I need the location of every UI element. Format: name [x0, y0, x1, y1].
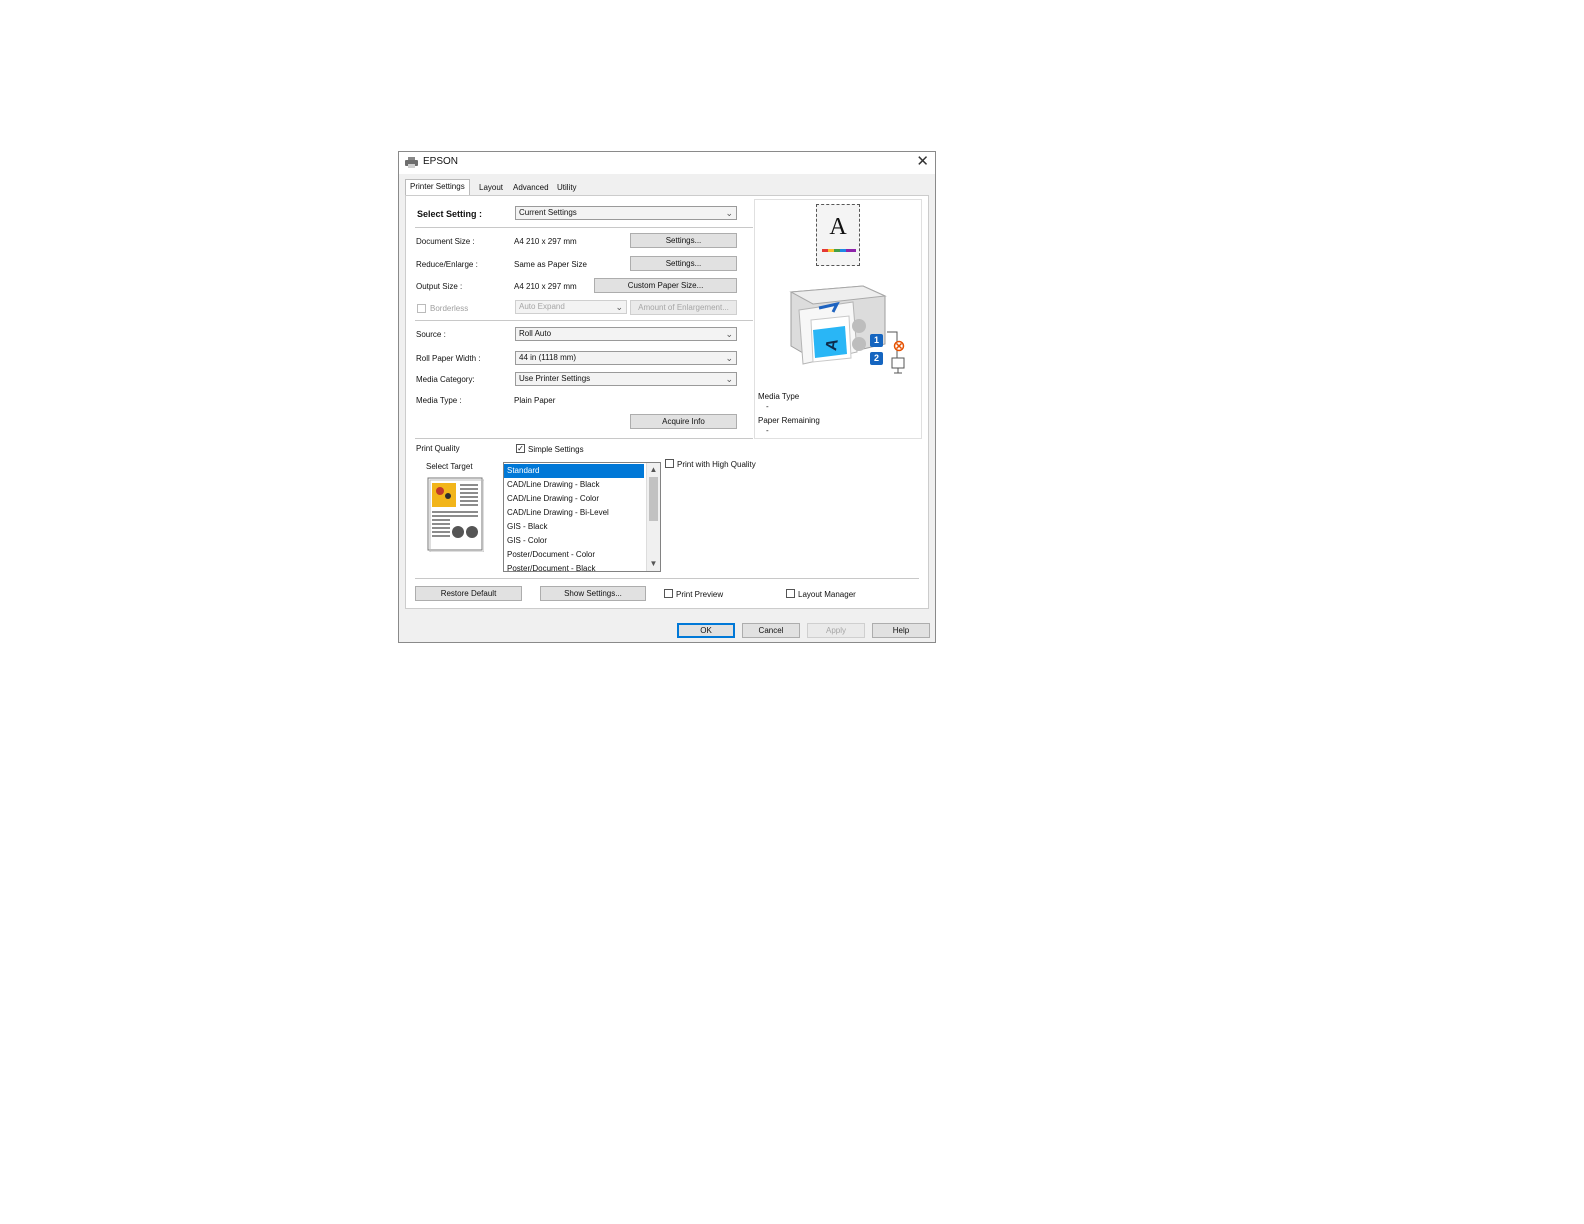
title-bar: EPSON ✕	[399, 152, 935, 174]
printer-preview-panel: A A 1 2 Media Type - Paper Remaining -	[754, 199, 922, 439]
tab-utility[interactable]: Utility	[553, 181, 581, 194]
divider	[415, 438, 753, 439]
help-button[interactable]: Help	[872, 623, 930, 638]
roll-paper-width-dropdown[interactable]: 44 in (1118 mm) ⌄	[515, 351, 737, 365]
list-item[interactable]: GIS - Black	[504, 520, 644, 534]
chevron-down-icon: ⌄	[725, 329, 733, 339]
simple-settings-checkbox[interactable]: ✓	[516, 444, 525, 453]
media-category-dropdown[interactable]: Use Printer Settings ⌄	[515, 372, 737, 386]
printer-properties-dialog: EPSON ✕ Printer Settings Layout Advanced…	[398, 151, 936, 643]
source-value: Roll Auto	[519, 329, 552, 338]
printer-icon	[405, 157, 418, 168]
high-quality-label: Print with High Quality	[677, 460, 756, 469]
roll-1-badge: 1	[870, 334, 883, 347]
select-setting-value: Current Settings	[519, 208, 577, 217]
borderless-mode-value: Auto Expand	[519, 302, 565, 311]
select-target-list[interactable]: Standard CAD/Line Drawing - Black CAD/Li…	[503, 462, 661, 572]
list-item[interactable]: GIS - Color	[504, 534, 644, 548]
list-item[interactable]: Poster/Document - Black	[504, 562, 644, 571]
amount-of-enlargement-button[interactable]: Amount of Enlargement...	[630, 300, 737, 315]
apply-button[interactable]: Apply	[807, 623, 865, 638]
tab-printer-settings[interactable]: Printer Settings	[405, 179, 470, 196]
chevron-down-icon[interactable]: ▼	[647, 558, 660, 570]
tab-layout[interactable]: Layout	[475, 181, 507, 194]
simple-settings-label: Simple Settings	[528, 445, 584, 454]
list-item[interactable]: CAD/Line Drawing - Black	[504, 478, 644, 492]
source-label: Source :	[416, 330, 446, 339]
window-title: EPSON	[423, 156, 459, 167]
media-category-value: Use Printer Settings	[519, 374, 591, 383]
cancel-button[interactable]: Cancel	[742, 623, 800, 638]
reduce-enlarge-label: Reduce/Enlarge :	[416, 260, 478, 269]
media-type-status-label: Media Type	[758, 392, 800, 401]
output-size-label: Output Size :	[416, 282, 463, 291]
divider	[415, 227, 753, 228]
media-type-value: Plain Paper	[514, 396, 556, 405]
high-quality-checkbox[interactable]	[665, 459, 674, 468]
list-item[interactable]: CAD/Line Drawing - Bi-Level	[504, 506, 644, 520]
borderless-label: Borderless	[430, 304, 469, 313]
printer-settings-panel: Select Setting : Current Settings ⌄ Docu…	[405, 195, 929, 609]
select-setting-dropdown[interactable]: Current Settings ⌄	[515, 206, 737, 220]
select-setting-label: Select Setting :	[417, 209, 483, 219]
restore-default-button[interactable]: Restore Default	[415, 586, 522, 601]
divider	[415, 578, 919, 579]
select-target-label: Select Target	[426, 462, 473, 471]
source-dropdown[interactable]: Roll Auto ⌄	[515, 327, 737, 341]
list-item[interactable]: Standard	[504, 464, 644, 478]
list-item[interactable]: Poster/Document - Color	[504, 548, 644, 562]
paper-remaining-label: Paper Remaining	[758, 416, 820, 425]
list-scrollbar[interactable]: ▲ ▼	[646, 463, 660, 571]
chevron-down-icon: ⌄	[615, 302, 623, 312]
print-preview-label: Print Preview	[676, 590, 724, 599]
print-quality-label: Print Quality	[416, 444, 460, 453]
document-size-value: A4 210 x 297 mm	[514, 237, 577, 246]
document-size-settings-button[interactable]: Settings...	[630, 233, 737, 248]
document-size-label: Document Size :	[416, 237, 475, 246]
chevron-down-icon: ⌄	[725, 353, 733, 363]
close-icon[interactable]: ✕	[916, 154, 929, 170]
divider	[415, 320, 753, 321]
tab-advanced[interactable]: Advanced	[509, 181, 553, 194]
roll-2-badge: 2	[870, 352, 883, 365]
output-size-value: A4 210 x 297 mm	[514, 282, 577, 291]
paper-preview: A	[816, 204, 860, 266]
reduce-enlarge-settings-button[interactable]: Settings...	[630, 256, 737, 271]
layout-manager-checkbox[interactable]	[786, 589, 795, 598]
list-item[interactable]: CAD/Line Drawing - Color	[504, 492, 644, 506]
roll-paper-width-label: Roll Paper Width :	[416, 354, 481, 363]
roll-paper-width-value: 44 in (1118 mm)	[519, 353, 577, 362]
media-type-label: Media Type :	[416, 396, 462, 405]
color-bar-icon	[822, 249, 856, 252]
scrollbar-thumb[interactable]	[649, 477, 658, 521]
paper-remaining-value: -	[766, 426, 769, 435]
chevron-up-icon[interactable]: ▲	[647, 464, 660, 476]
target-preview-icon	[427, 477, 484, 552]
show-settings-button[interactable]: Show Settings...	[540, 586, 646, 601]
roll-switch-icon	[887, 331, 905, 374]
borderless-mode-dropdown[interactable]: Auto Expand ⌄	[515, 300, 627, 314]
custom-paper-size-button[interactable]: Custom Paper Size...	[594, 278, 737, 293]
layout-manager-label: Layout Manager	[798, 590, 856, 599]
ok-button[interactable]: OK	[677, 623, 735, 638]
media-type-status-value: -	[766, 402, 769, 411]
chevron-down-icon: ⌄	[725, 208, 733, 218]
print-preview-checkbox[interactable]	[664, 589, 673, 598]
paper-letter: A	[829, 214, 847, 240]
borderless-checkbox[interactable]	[417, 304, 426, 313]
acquire-info-button[interactable]: Acquire Info	[630, 414, 737, 429]
reduce-enlarge-value: Same as Paper Size	[514, 260, 587, 269]
chevron-down-icon: ⌄	[725, 374, 733, 384]
media-category-label: Media Category:	[416, 375, 475, 384]
